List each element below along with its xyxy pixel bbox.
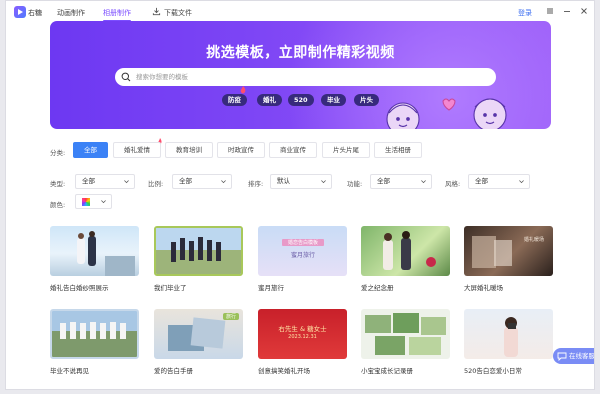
template-title: 蜜月旅行 [258, 284, 284, 292]
chevron-down-icon [321, 180, 326, 184]
filter-color-select[interactable] [75, 194, 112, 209]
title-bar: 右糖 动画制作 相册制作 下载文件 登录 [6, 1, 594, 23]
filter-style-label: 风格: [445, 180, 461, 188]
online-service-label: 在线客服 [569, 352, 595, 360]
thumbnail-caption: 蜜月旅行 [290, 252, 315, 259]
template-thumbnail [361, 309, 450, 359]
chevron-down-icon [124, 180, 129, 184]
hot-tag-epidemic[interactable]: 防疫 [222, 94, 247, 106]
template-thumbnail: 婚恋告白模板 蜜月旅行 [258, 226, 347, 276]
category-all[interactable]: 全部 [73, 142, 108, 158]
category-business[interactable]: 商业宣传 [269, 142, 317, 158]
filter-sort-select[interactable]: 默认 [270, 174, 332, 189]
filter-ratio-select[interactable]: 全部 [172, 174, 232, 189]
thumbnail-caption: 婚礼暖场 [523, 237, 544, 243]
filter-color-label: 颜色: [50, 201, 66, 209]
app-window: 右糖 动画制作 相册制作 下载文件 登录 挑选模板，立即制作精彩视频 搜索你想要… [5, 0, 595, 390]
category-life-album[interactable]: 生活相册 [374, 142, 422, 158]
app-name: 右糖 [28, 9, 42, 17]
login-link[interactable]: 登录 [518, 8, 532, 18]
filter-function-select[interactable]: 全部 [370, 174, 432, 189]
template-thumbnail: 右先生 & 糖女士 2023.12.31 [258, 309, 347, 359]
hero-banner: 挑选模板，立即制作精彩视频 防疫 婚礼 [50, 21, 551, 129]
category-politics[interactable]: 时政宣传 [217, 142, 265, 158]
thumbnail-caption: 2023.12.31 [288, 334, 317, 340]
filter-ratio-value: 全部 [179, 177, 192, 185]
menu-icon[interactable] [544, 5, 556, 17]
hot-tag-graduation[interactable]: 毕业 [321, 94, 346, 106]
chevron-down-icon [519, 180, 524, 184]
search-bar[interactable] [115, 68, 496, 86]
filter-function-value: 全部 [377, 177, 390, 185]
download-icon [152, 7, 161, 16]
app-logo-icon [14, 6, 26, 18]
filter-sort-value: 默认 [277, 177, 290, 185]
template-title: 爱之纪念册 [361, 284, 394, 292]
nav-downloads[interactable]: 下载文件 [164, 8, 192, 18]
chevron-down-icon [101, 200, 106, 204]
category-label: 分类: [50, 149, 66, 157]
thumbnail-caption: 右先生 & 糖女士 [278, 325, 327, 333]
thumbnail-caption: 婚恋告白模板 [282, 239, 324, 246]
template-thumbnail [154, 226, 243, 276]
template-thumbnail [361, 226, 450, 276]
nav-animation[interactable]: 动画制作 [57, 8, 85, 18]
filter-type-label: 类型: [50, 180, 66, 188]
close-icon[interactable] [578, 5, 590, 17]
nav-album[interactable]: 相册制作 [103, 8, 131, 22]
template-title: 大屏婚礼暖场 [464, 284, 503, 292]
banner-title: 挑选模板，立即制作精彩视频 [206, 45, 395, 61]
filter-type-select[interactable]: 全部 [75, 174, 135, 189]
filter-sort-label: 排序: [248, 180, 264, 188]
online-service-button[interactable]: 在线客服 [553, 348, 595, 364]
template-title: 爱的告白手册 [154, 367, 193, 375]
template-title: 小宝宝成长记录册 [361, 367, 413, 375]
hot-tag-intro[interactable]: 片头 [354, 94, 379, 106]
chevron-down-icon [421, 180, 426, 184]
template-thumbnail: 婚礼暖场 [464, 226, 553, 276]
color-swatch-icon [82, 198, 90, 206]
search-input[interactable] [136, 70, 476, 84]
hot-tag-wedding[interactable]: 婚礼 [257, 94, 282, 106]
category-wedding-love[interactable]: 婚礼爱情 [113, 142, 161, 158]
search-icon [121, 72, 131, 82]
template-thumbnail [50, 226, 139, 276]
chevron-down-icon [221, 180, 226, 184]
template-thumbnail [50, 309, 139, 359]
template-title: 婚礼告白婚纱照展示 [50, 284, 109, 292]
filter-type-value: 全部 [82, 177, 95, 185]
template-title: 创意搞笑婚礼开场 [258, 367, 310, 375]
template-title: 我们毕业了 [154, 284, 187, 292]
hot-flame-icon [240, 86, 246, 94]
minimize-icon[interactable] [561, 5, 573, 17]
hot-tag-520[interactable]: 520 [288, 94, 314, 106]
chat-icon [557, 352, 567, 361]
template-title: 520告白恋爱小日常 [464, 367, 522, 375]
filter-ratio-label: 比例: [148, 180, 164, 188]
filter-style-select[interactable]: 全部 [468, 174, 530, 189]
category-intro-outro[interactable]: 片头片尾 [322, 142, 370, 158]
template-thumbnail: 旅行 [154, 309, 243, 359]
category-education[interactable]: 教育培训 [165, 142, 213, 158]
template-badge: 旅行 [222, 313, 239, 320]
filter-style-value: 全部 [475, 177, 488, 185]
template-title: 毕业不说再见 [50, 367, 89, 375]
template-thumbnail [464, 309, 553, 359]
filter-function-label: 功能: [347, 180, 363, 188]
